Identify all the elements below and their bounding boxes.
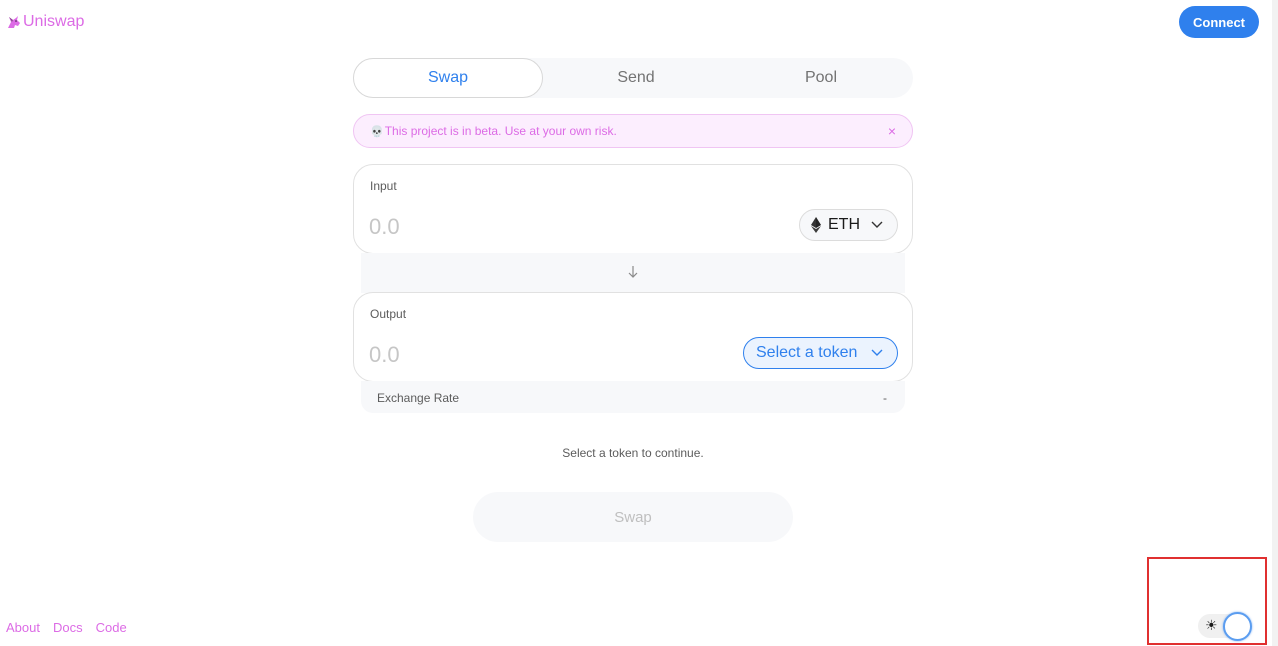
app-title: Uniswap: [23, 13, 85, 30]
page-scrollbar[interactable]: [1272, 0, 1278, 646]
uniswap-page: Uniswap Connect Swap Send Pool 💀 This pr…: [0, 0, 1278, 646]
output-panel: Output Select a token: [353, 292, 913, 382]
footer-links: About Docs Code: [6, 620, 127, 635]
arrow-down-icon[interactable]: [627, 265, 639, 279]
connect-button[interactable]: Connect: [1179, 6, 1259, 38]
select-token-label: Select a token: [756, 344, 858, 361]
swap-button[interactable]: Swap: [473, 492, 793, 542]
close-icon[interactable]: ×: [888, 123, 896, 139]
exchange-rate-value: -: [883, 391, 887, 405]
ethereum-icon: [811, 217, 821, 233]
beta-banner: 💀 This project is in beta. Use at your o…: [353, 114, 913, 148]
unicorn-icon: [8, 16, 20, 28]
select-token-button[interactable]: Select a token: [743, 337, 898, 369]
footer-link-code[interactable]: Code: [96, 620, 127, 635]
input-label: Input: [370, 179, 397, 193]
tab-bar: Swap Send Pool: [353, 58, 913, 98]
skull-icon: 💀: [370, 125, 384, 138]
footer-link-about[interactable]: About: [6, 620, 40, 635]
footer-link-docs[interactable]: Docs: [53, 620, 83, 635]
tab-send[interactable]: Send: [543, 58, 729, 98]
chevron-down-icon: [871, 349, 883, 356]
output-label: Output: [370, 307, 407, 321]
input-panel: Input ETH: [353, 164, 913, 254]
input-token-select[interactable]: ETH: [799, 209, 898, 241]
exchange-rate-row: Exchange Rate -: [361, 381, 905, 413]
exchange-rate-label: Exchange Rate: [377, 391, 460, 405]
input-token-label: ETH: [828, 216, 860, 233]
highlight-box: [1147, 557, 1267, 645]
tab-swap[interactable]: Swap: [353, 58, 543, 98]
input-amount-field[interactable]: [369, 215, 669, 239]
logo[interactable]: Uniswap: [6, 12, 84, 32]
tab-pool[interactable]: Pool: [729, 58, 913, 98]
status-hint: Select a token to continue.: [562, 446, 704, 460]
chevron-down-icon: [871, 221, 883, 228]
output-amount-field[interactable]: [369, 343, 669, 367]
beta-banner-text: This project is in beta. Use at your own…: [384, 124, 617, 138]
